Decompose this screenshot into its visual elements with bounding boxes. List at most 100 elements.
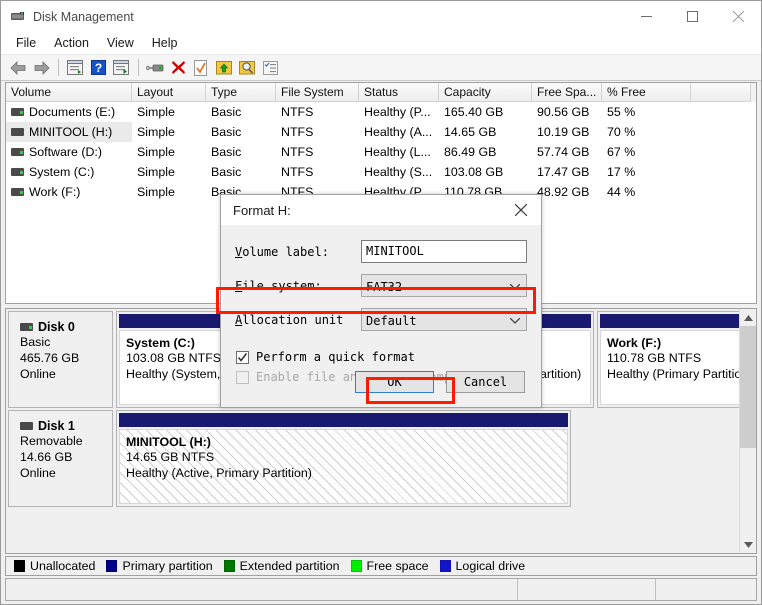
- legend-swatch: [350, 560, 362, 572]
- help-icon[interactable]: ?: [87, 57, 109, 79]
- delete-icon[interactable]: [167, 57, 189, 79]
- column-header-empty[interactable]: [691, 83, 751, 102]
- disk-row: Disk 1 Removable 14.66 GB Online MINITOOL (H…: [8, 410, 737, 507]
- extend-volume-icon[interactable]: [213, 57, 235, 79]
- disk-name: Disk 0: [38, 320, 75, 334]
- volume-label-label: Volume label:: [235, 244, 329, 259]
- volume-label-input[interactable]: MINITOOL: [361, 240, 527, 263]
- show-hide-console-tree-icon[interactable]: [64, 57, 86, 79]
- chevron-down-icon: [509, 316, 521, 327]
- menu-action[interactable]: Action: [45, 33, 98, 53]
- cell-fs: NTFS: [281, 145, 314, 159]
- disk-management-window: Disk Management File Action View Help ? …: [0, 0, 762, 605]
- minimize-button[interactable]: [623, 1, 669, 32]
- cancel-button[interactable]: Cancel: [446, 371, 525, 393]
- partition-block[interactable]: Work (F:) 110.78 GB NTFS Healthy (Primary …: [597, 311, 739, 408]
- table-row[interactable]: System (C:) Simple Basic NTFS Healthy (S... 1…: [6, 162, 756, 182]
- close-button[interactable]: [715, 1, 761, 32]
- allocation-unit-value: Default: [366, 314, 417, 328]
- scroll-down-icon[interactable]: [740, 536, 757, 553]
- back-icon[interactable]: [7, 57, 29, 79]
- forward-icon[interactable]: [30, 57, 52, 79]
- menu-file[interactable]: File: [7, 33, 45, 53]
- allocation-unit-row: Allocation unit Default: [235, 307, 527, 332]
- search-icon[interactable]: [236, 57, 258, 79]
- cell-capacity: 14.65 GB: [444, 125, 497, 139]
- file-system-row: File system: FAT32: [235, 273, 527, 298]
- rescan-disks-icon[interactable]: [144, 57, 166, 79]
- properties-icon[interactable]: [190, 57, 212, 79]
- show-hide-action-pane-icon[interactable]: [110, 57, 132, 79]
- cell-volume: Documents (E:): [6, 102, 132, 122]
- menu-help[interactable]: Help: [143, 33, 187, 53]
- column-header-capacity[interactable]: Capacity: [439, 83, 532, 102]
- table-row[interactable]: MINITOOL (H:) Simple Basic NTFS Healthy (A..…: [6, 122, 756, 142]
- cell-volume: Software (D:): [6, 142, 132, 162]
- quick-format-row[interactable]: Perform a quick format: [236, 347, 527, 367]
- cell-layout: Simple: [137, 145, 175, 159]
- cell-pctfree: 70 %: [607, 125, 636, 139]
- dialog-title-bar: Format H:: [221, 195, 541, 225]
- legend-item: Unallocated: [14, 559, 95, 573]
- disk-info-panel[interactable]: Disk 1 Removable 14.66 GB Online: [8, 410, 113, 507]
- svg-text:?: ?: [94, 61, 101, 75]
- cell-capacity: 165.40 GB: [444, 105, 504, 119]
- cell-pctfree: 67 %: [607, 145, 636, 159]
- column-header-layout[interactable]: Layout: [132, 83, 206, 102]
- dialog-close-icon[interactable]: [501, 195, 541, 225]
- cell-pctfree: 17 %: [607, 165, 636, 179]
- legend-item: Primary partition: [106, 559, 213, 573]
- column-header-status[interactable]: Status: [359, 83, 439, 102]
- menu-view[interactable]: View: [98, 33, 143, 53]
- status-bar: [5, 578, 757, 601]
- cell-volume: System (C:): [6, 162, 132, 182]
- disk-state: Online: [20, 367, 56, 381]
- ok-button[interactable]: OK: [355, 371, 434, 393]
- volume-table-header: Volume Layout Type File System Status Ca…: [6, 83, 756, 102]
- table-row[interactable]: Software (D:) Simple Basic NTFS Healthy (L..…: [6, 142, 756, 162]
- partition-health: Healthy (Active, Primary Partition): [126, 466, 312, 480]
- column-header-free-space[interactable]: Free Spa...: [532, 83, 602, 102]
- disk-info-panel[interactable]: Disk 0 Basic 465.76 GB Online: [8, 311, 113, 408]
- cell-type: Basic: [211, 145, 242, 159]
- column-header-percent-free[interactable]: % Free: [602, 83, 691, 102]
- table-row[interactable]: Documents (E:) Simple Basic NTFS Healthy (P.…: [6, 102, 756, 122]
- partition-block[interactable]: MINITOOL (H:) 14.65 GB NTFS Healthy (Activ…: [116, 410, 571, 507]
- file-system-select[interactable]: FAT32: [361, 274, 527, 297]
- scrollbar-track[interactable]: [739, 326, 756, 536]
- disk-partitions: MINITOOL (H:) 14.65 GB NTFS Healthy (Activ…: [116, 410, 737, 507]
- cell-status: Healthy (A...: [364, 125, 433, 139]
- status-cell-tertiary: [656, 579, 756, 600]
- maximize-button[interactable]: [669, 1, 715, 32]
- legend-swatch: [14, 560, 25, 572]
- scroll-up-icon[interactable]: [740, 309, 757, 326]
- legend-label: Primary partition: [122, 559, 213, 573]
- volume-drive-icon: [11, 128, 24, 136]
- column-header-file-system[interactable]: File System: [276, 83, 359, 102]
- cell-free: 10.19 GB: [537, 125, 590, 139]
- cell-free: 17.47 GB: [537, 165, 590, 179]
- legend-swatch: [439, 560, 451, 572]
- graphical-pane-scrollbar[interactable]: [739, 309, 756, 553]
- column-header-volume[interactable]: Volume: [6, 83, 132, 102]
- column-header-type[interactable]: Type: [206, 83, 276, 102]
- quick-format-checkbox[interactable]: [236, 350, 249, 364]
- disk-icon: [20, 323, 33, 331]
- disk-size: 14.66 GB: [20, 450, 73, 464]
- partition-name: Work (F:): [607, 336, 662, 350]
- volume-label-row: Volume label: MINITOOL: [235, 239, 527, 264]
- partition-size: 110.78 GB NTFS: [607, 351, 702, 365]
- volume-drive-icon: [11, 148, 24, 156]
- allocation-unit-select[interactable]: Default: [361, 308, 527, 331]
- cell-layout: Simple: [137, 185, 175, 199]
- list-view-icon[interactable]: [259, 57, 281, 79]
- cell-type: Basic: [211, 165, 242, 179]
- volume-drive-icon: [11, 108, 24, 116]
- disk-title: Disk 1: [20, 419, 112, 433]
- disk-icon: [20, 422, 33, 430]
- legend-label: Unallocated: [30, 559, 96, 573]
- cell-capacity: 103.08 GB: [444, 165, 504, 179]
- partition-legend: Unallocated Primary partition Extended par…: [5, 556, 757, 576]
- scrollbar-thumb[interactable]: [739, 326, 756, 448]
- legend-label: Free space: [366, 559, 429, 573]
